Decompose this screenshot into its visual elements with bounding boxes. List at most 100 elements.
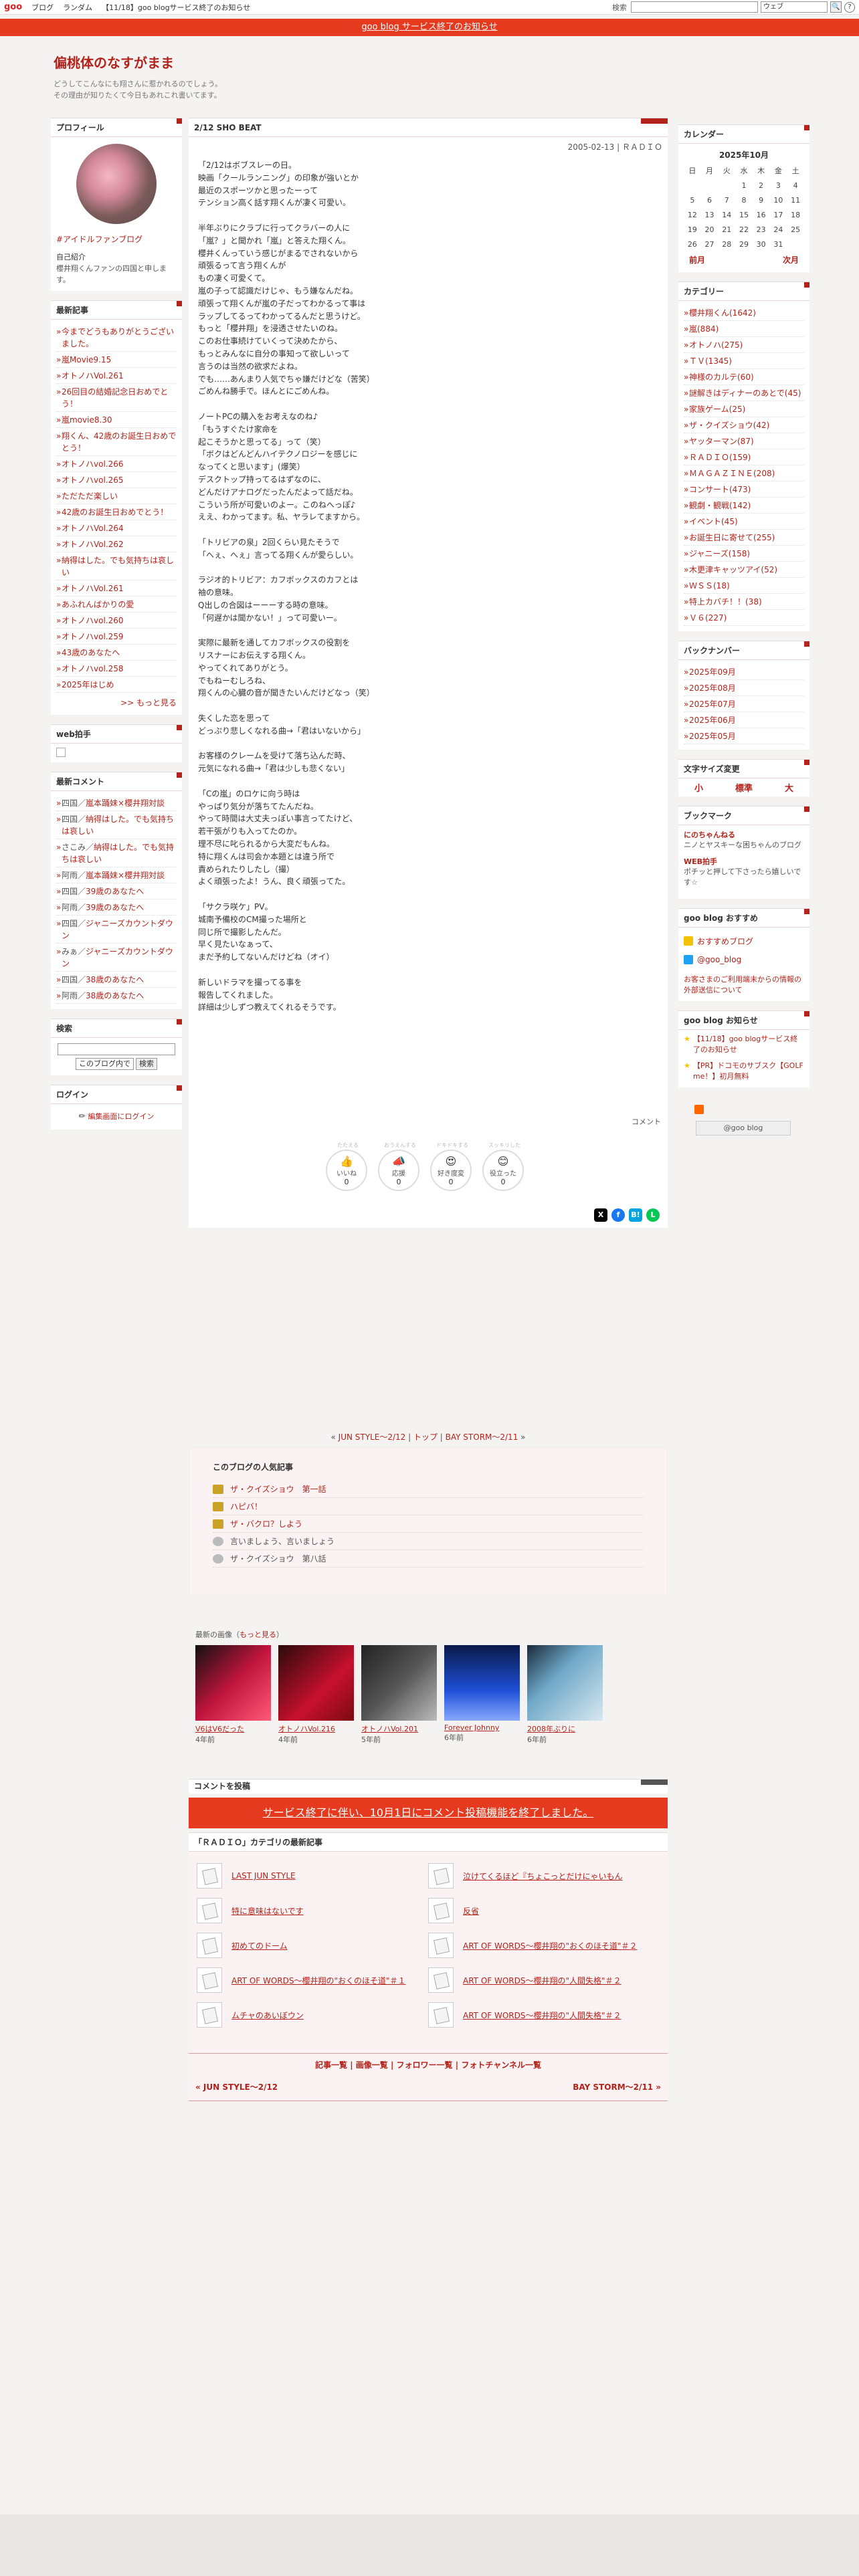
calendar-day[interactable]: 8 (735, 193, 753, 207)
category-item[interactable]: イベント(45) (684, 514, 804, 530)
recent-post-item[interactable]: オトノハvol.265 (56, 472, 177, 488)
recent-comment-item[interactable]: 阿雨／38歳のあなたへ (56, 988, 177, 1004)
recent-image-item[interactable]: 2008年ぶりに 6年前 (527, 1645, 603, 1745)
recent-post-item[interactable]: 43歳のあなたへ (56, 645, 177, 661)
category-post-item[interactable]: ART OF WORDS〜櫻井翔の"おくのほそ道"＃２ (428, 1932, 660, 1959)
recent-post-item[interactable]: オトノハVol.261 (56, 580, 177, 597)
service-end-banner[interactable]: goo blog サービス終了のお知らせ (0, 19, 859, 36)
calendar-day[interactable]: 29 (735, 237, 753, 251)
category-post-item[interactable]: 泣けてくるほど『ちょこっとだけにゃいもん (428, 1862, 660, 1889)
pager-top[interactable]: トップ (413, 1432, 438, 1442)
calendar-day[interactable]: 7 (718, 193, 735, 207)
calendar-day[interactable]: 15 (735, 207, 753, 222)
recent-post-item[interactable]: オトノハvol.260 (56, 613, 177, 629)
recent-comment-item[interactable]: 阿雨／39歳のあなたへ (56, 899, 177, 916)
recent-post-item[interactable]: ただただ楽しい (56, 488, 177, 504)
calendar-day[interactable]: 1 (735, 178, 753, 193)
calendar-day[interactable]: 20 (701, 222, 719, 237)
calendar-day[interactable]: 28 (718, 237, 735, 251)
search-icon[interactable]: 🔍 (830, 1, 842, 13)
calendar-day[interactable]: 18 (787, 207, 804, 222)
category-post-item[interactable]: ムチャのあいぼウン (197, 2002, 428, 2028)
category-item[interactable]: 観劇・観戦(142) (684, 498, 804, 514)
recent-image-title[interactable]: 2008年ぶりに (527, 1723, 603, 1734)
category-item[interactable]: ＲＡＤＩＯ(159) (684, 449, 804, 465)
calendar-day[interactable]: 5 (684, 193, 701, 207)
recent-image-item[interactable]: V6はV6だった 4年前 (195, 1645, 271, 1745)
x-share-icon[interactable]: X (594, 1208, 607, 1222)
recent-image-item[interactable]: Forever Johnny 6年前 (444, 1645, 520, 1745)
recent-comment-item[interactable]: 阿雨／嵐本踊妹×櫻井翔対談 (56, 867, 177, 883)
recent-post-item[interactable]: 嵐movie8.30 (56, 412, 177, 428)
blog-title[interactable]: 偏桃体のなすがまま (54, 52, 805, 72)
backnumber-item[interactable]: 2025年09月 (684, 664, 804, 680)
comment-closed-notice[interactable]: サービス終了に伴い、10月1日にコメント投稿機能を終了しました。 (189, 1798, 668, 1828)
calendar-day[interactable]: 11 (787, 193, 804, 207)
category-post-title[interactable]: ART OF WORDS〜櫻井翔の"おくのほそ道"＃２ (463, 1940, 638, 1951)
blog-search-input[interactable] (58, 1043, 175, 1055)
topbar-link-blog[interactable]: ブログ (31, 2, 54, 13)
category-post-title[interactable]: ART OF WORDS〜櫻井翔の"人間失格"＃２ (463, 2010, 622, 2021)
calendar-day[interactable] (701, 178, 719, 193)
category-item[interactable]: 謎解きはディナーのあとで(45) (684, 385, 804, 401)
recent-comment-item[interactable]: 四国／39歳のあなたへ (56, 883, 177, 899)
recent-comment-item[interactable]: さこみ／納得はした。でも気持ちは哀しい (56, 839, 177, 867)
backnumber-item[interactable]: 2025年08月 (684, 680, 804, 696)
recent-post-item[interactable]: オトノハVol.264 (56, 520, 177, 536)
goo-notice-1[interactable]: ★ 【11/18】goo blogサービス終了のお知らせ (684, 1034, 804, 1055)
bookmark-1-title[interactable]: にのちゃんねる (684, 829, 804, 840)
recent-comment-item[interactable]: みぁ／ジャニーズカウントダウン (56, 944, 177, 972)
recent-image[interactable] (444, 1645, 520, 1721)
category-post-item[interactable]: ART OF WORDS〜櫻井翔の"人間失格"＃２ (428, 1967, 660, 1994)
goo-notice-2[interactable]: ★ 【PR】ドコモのサブスク【GOLF me！】初月無料 (684, 1061, 804, 1082)
calendar-prev[interactable]: 前月 (689, 254, 705, 265)
recent-image[interactable] (278, 1645, 354, 1721)
topbar-link-notice[interactable]: 【11/18】goo blogサービス終了のお知らせ (102, 2, 250, 13)
recent-comment-item[interactable]: 四国／38歳のあなたへ (56, 972, 177, 988)
recent-image-title[interactable]: V6はV6だった (195, 1723, 271, 1734)
top-search-input[interactable] (631, 1, 758, 13)
recent-comment-item[interactable]: 四国／ジャニーズカウントダウン (56, 916, 177, 944)
category-item[interactable]: Ｖ６(227) (684, 610, 804, 626)
recent-image[interactable] (361, 1645, 437, 1721)
recent-image-title[interactable]: Forever Johnny (444, 1723, 520, 1732)
recent-post-item[interactable]: あふれんばかりの愛 (56, 597, 177, 613)
help-icon[interactable]: ? (844, 1, 855, 13)
category-post-item[interactable]: ART OF WORDS〜櫻井翔の"人間失格"＃２ (428, 2002, 660, 2028)
category-post-title[interactable]: ART OF WORDS〜櫻井翔の"おくのほそ道"＃１ (231, 1975, 406, 1986)
calendar-day[interactable]: 23 (753, 222, 770, 237)
calendar-day[interactable] (684, 178, 701, 193)
category-post-title[interactable]: ART OF WORDS〜櫻井翔の"人間失格"＃２ (463, 1975, 622, 1986)
article-title[interactable]: 2/12 SHO BEAT (189, 118, 668, 137)
category-item[interactable]: ＭＡＧＡＺＩＮＥ(208) (684, 465, 804, 481)
recent-image[interactable] (527, 1645, 603, 1721)
calendar-day[interactable]: 14 (718, 207, 735, 222)
goo-twitter-link[interactable]: @goo_blog (684, 950, 804, 969)
backnumber-item[interactable]: 2025年05月 (684, 728, 804, 744)
calendar-day[interactable]: 6 (701, 193, 719, 207)
calendar-day[interactable]: 19 (684, 222, 701, 237)
category-item[interactable]: ザ・クイズショウ(42) (684, 417, 804, 433)
calendar-day[interactable]: 30 (753, 237, 770, 251)
reaction-button[interactable]: おうえんする 📣 応援 0 (378, 1142, 422, 1191)
calendar-day[interactable]: 2 (753, 178, 770, 193)
recent-images-more[interactable]: もっと見る (240, 1630, 276, 1639)
recent-comment-item[interactable]: 四国／嵐本踊妹×櫻井翔対談 (56, 795, 177, 811)
category-item[interactable]: オトノハ(275) (684, 337, 804, 353)
recent-image-title[interactable]: オトノハVol.216 (278, 1723, 354, 1734)
calendar-day[interactable] (787, 237, 804, 251)
recent-post-item[interactable]: 納得はした。でも気持ちは哀しい (56, 552, 177, 580)
bookmark-2-title[interactable]: WEB拍手 (684, 856, 804, 867)
external-send-info[interactable]: お客さまのご利用端末からの情報の外部送信について (684, 974, 804, 996)
recent-posts-more[interactable]: >> もっと見る (56, 693, 177, 710)
category-item[interactable]: 神様のカルテ(60) (684, 369, 804, 385)
category-item[interactable]: ジャニーズ(158) (684, 546, 804, 562)
popular-item[interactable]: ザ・クイズショウ 第八話 (213, 1550, 644, 1568)
calendar-day[interactable]: 4 (787, 178, 804, 193)
reaction-button[interactable]: たたえる 👍 いいね 0 (326, 1142, 370, 1191)
category-item[interactable]: 特上カバチ！！(38) (684, 594, 804, 610)
reaction-button[interactable]: スッキリした 😊 役立った 0 (482, 1142, 527, 1191)
recent-post-item[interactable]: 翔くん、42歳のお誕生日おめでとう！ (56, 428, 177, 456)
category-post-item[interactable]: 反省 (428, 1897, 660, 1924)
calendar-day[interactable]: 17 (770, 207, 787, 222)
